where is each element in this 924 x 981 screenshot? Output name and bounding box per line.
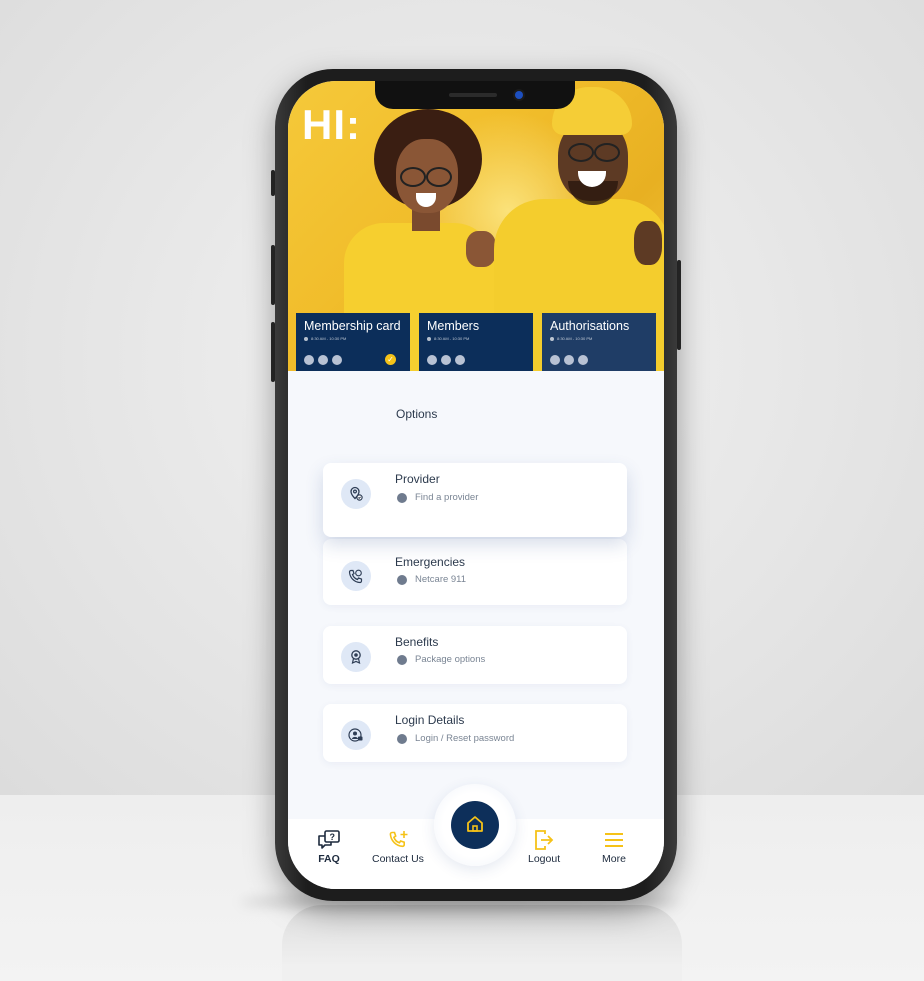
phone-plus-icon bbox=[389, 831, 408, 848]
card-time: 8:30 AM - 10:30 PM bbox=[427, 336, 525, 341]
option-subtitle: Find a provider bbox=[397, 492, 478, 503]
app-screen: HI: Membership card 8:30 AM - 10:30 PM ✓… bbox=[288, 81, 664, 889]
dot bbox=[578, 355, 588, 365]
card-time-text: 8:30 AM - 10:30 PM bbox=[311, 336, 347, 341]
user-lock-icon bbox=[341, 720, 371, 750]
authorisations-tile[interactable]: Authorisations 8:30 AM - 10:30 PM bbox=[542, 313, 656, 371]
option-provider[interactable]: Provider Find a provider bbox=[323, 463, 627, 537]
greeting-text: HI: bbox=[302, 101, 361, 148]
bullet-dot bbox=[397, 492, 407, 503]
nav-logout-label: Logout bbox=[528, 853, 561, 865]
home-icon bbox=[467, 816, 483, 832]
speaker-grille bbox=[449, 93, 497, 97]
logout-icon bbox=[535, 830, 554, 850]
phone-notch bbox=[375, 81, 575, 109]
phone-reflection bbox=[282, 905, 682, 981]
option-subtitle-text: Package options bbox=[415, 654, 486, 665]
option-title: Provider bbox=[395, 472, 440, 486]
option-subtitle-text: Find a provider bbox=[415, 492, 479, 503]
members-tile[interactable]: Members 8:30 AM - 10:30 PM bbox=[419, 313, 533, 371]
photo-woman-glasses-left bbox=[400, 167, 426, 187]
bullet-dot bbox=[397, 733, 407, 744]
dot bbox=[304, 355, 314, 365]
home-button[interactable] bbox=[451, 801, 499, 849]
membership-card-tile[interactable]: Membership card 8:30 AM - 10:30 PM ✓ bbox=[296, 313, 410, 371]
option-title: Login Details bbox=[395, 713, 465, 727]
phone-icon bbox=[341, 561, 371, 591]
dot bbox=[332, 355, 342, 365]
card-time-text: 8:30 AM - 10:30 PM bbox=[434, 336, 470, 341]
card-title: Members bbox=[427, 319, 480, 333]
nav-faq-label: FAQ bbox=[318, 853, 340, 865]
card-dots bbox=[304, 355, 342, 365]
power-button bbox=[677, 260, 681, 350]
dot bbox=[564, 355, 574, 365]
nav-more[interactable]: More bbox=[602, 829, 626, 865]
nav-more-label: More bbox=[602, 853, 626, 865]
bullet-dot bbox=[397, 574, 407, 585]
dot bbox=[550, 355, 560, 365]
nav-contact-us[interactable]: Contact Us bbox=[372, 829, 424, 865]
time-dot bbox=[550, 336, 554, 341]
svg-text:?: ? bbox=[330, 832, 336, 842]
card-time-text: 8:30 AM - 10:30 PM bbox=[557, 336, 593, 341]
option-emergencies[interactable]: Emergencies Netcare 911 bbox=[323, 539, 627, 605]
dot bbox=[427, 355, 437, 365]
option-login-details[interactable]: Login Details Login / Reset password bbox=[323, 704, 627, 762]
option-subtitle-text: Netcare 911 bbox=[415, 574, 467, 585]
nav-contact-label: Contact Us bbox=[372, 853, 424, 865]
card-dots bbox=[427, 355, 465, 365]
bullet-dot bbox=[397, 654, 407, 665]
photo-woman-hand bbox=[466, 231, 496, 267]
camera-icon bbox=[515, 91, 523, 99]
card-time: 8:30 AM - 10:30 PM bbox=[304, 336, 402, 341]
option-subtitle: Login / Reset password bbox=[397, 733, 514, 744]
card-title: Authorisations bbox=[550, 319, 630, 333]
card-dots bbox=[550, 355, 588, 365]
card-time: 8:30 AM - 10:30 PM bbox=[550, 336, 648, 341]
nav-logout[interactable]: Logout bbox=[528, 829, 560, 865]
options-heading: Options bbox=[396, 407, 438, 421]
dot bbox=[455, 355, 465, 365]
option-subtitle: Package options bbox=[397, 654, 485, 665]
time-dot bbox=[304, 336, 308, 341]
option-subtitle-text: Login / Reset password bbox=[415, 733, 515, 744]
dot bbox=[318, 355, 328, 365]
photo-woman-glasses-right bbox=[426, 167, 452, 187]
photo-man-glasses-right bbox=[594, 143, 620, 162]
option-benefits[interactable]: Benefits Package options bbox=[323, 626, 627, 684]
hero-banner: HI: Membership card 8:30 AM - 10:30 PM ✓… bbox=[288, 81, 664, 371]
phone-frame: HI: Membership card 8:30 AM - 10:30 PM ✓… bbox=[275, 69, 677, 901]
check-icon: ✓ bbox=[385, 354, 396, 365]
menu-icon bbox=[605, 833, 623, 847]
quick-cards: Membership card 8:30 AM - 10:30 PM ✓ Mem… bbox=[296, 313, 660, 371]
dot bbox=[441, 355, 451, 365]
faq-chat-icon: ? bbox=[318, 830, 340, 849]
location-pin-icon bbox=[341, 479, 371, 509]
option-title: Benefits bbox=[395, 635, 439, 649]
option-title: Emergencies bbox=[395, 555, 466, 569]
time-dot bbox=[427, 336, 431, 341]
option-subtitle: Netcare 911 bbox=[397, 574, 466, 585]
nav-faq[interactable]: ? FAQ bbox=[316, 829, 342, 865]
award-badge-icon bbox=[341, 642, 371, 672]
photo-man-hand bbox=[634, 221, 662, 265]
photo-man-glasses-left bbox=[568, 143, 594, 162]
card-title: Membership card bbox=[304, 319, 401, 333]
